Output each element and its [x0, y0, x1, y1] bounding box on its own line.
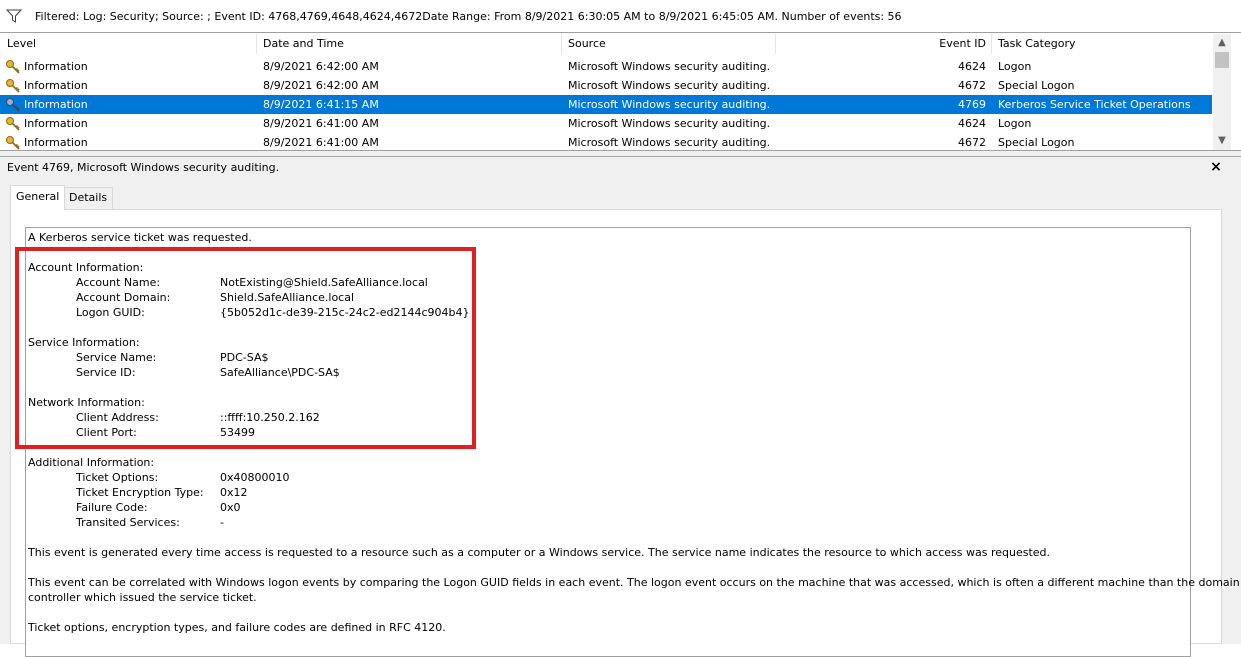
event-category: Logon	[998, 60, 1032, 73]
column-header-task-category[interactable]: Task Category	[991, 34, 1212, 54]
client-address-label: Client Address:	[76, 411, 159, 424]
event-level: Information	[24, 98, 88, 111]
event-datetime: 8/9/2021 6:41:00 AM	[263, 136, 379, 149]
scroll-up-arrow-icon[interactable]: ▲	[1213, 34, 1231, 52]
filter-bar: Filtered: Log: Security; Source: ; Event…	[0, 0, 1241, 33]
account-info-header: Account Information:	[28, 261, 144, 274]
filter-description: Filtered: Log: Security; Source: ; Event…	[35, 10, 902, 23]
additional-info-header: Additional Information:	[28, 456, 155, 469]
key-icon	[6, 117, 20, 131]
key-icon	[6, 79, 20, 93]
event-source: Microsoft Windows security auditing.	[568, 79, 771, 92]
description-paragraph-2-line-2: controller which issued the service tick…	[28, 591, 257, 604]
key-icon	[6, 60, 20, 74]
ticket-options-value: 0x40800010	[220, 471, 290, 484]
event-datetime: 8/9/2021 6:41:00 AM	[263, 117, 379, 130]
account-name-label: Account Name:	[76, 276, 161, 289]
event-level: Information	[24, 117, 88, 130]
service-name-label: Service Name:	[76, 351, 157, 364]
column-header-source[interactable]: Source	[561, 34, 776, 54]
event-id: 4769	[958, 98, 986, 111]
event-detail-title: Event 4769, Microsoft Windows security a…	[7, 161, 280, 174]
event-id: 4672	[958, 79, 986, 92]
general-tab-panel: A Kerberos service ticket was requested.…	[10, 209, 1240, 657]
network-info-header: Network Information:	[28, 396, 145, 409]
event-source: Microsoft Windows security auditing.	[568, 136, 771, 149]
event-level: Information	[24, 79, 88, 92]
description-paragraph-1: This event is generated every time acces…	[28, 546, 1051, 559]
event-row[interactable]: Information 8/9/2021 6:42:00 AM Microsof…	[0, 57, 1212, 76]
event-datetime: 8/9/2021 6:41:15 AM	[263, 98, 379, 111]
service-name-value: PDC-SA$	[220, 351, 269, 364]
event-level: Information	[24, 136, 88, 149]
transited-services-label: Transited Services:	[76, 516, 180, 529]
scroll-down-arrow-icon[interactable]: ▼	[1213, 132, 1231, 150]
service-id-label: Service ID:	[76, 366, 136, 379]
close-icon[interactable]: ×	[1208, 158, 1224, 176]
pane-splitter[interactable]	[0, 150, 1241, 157]
account-domain-value: Shield.SafeAlliance.local	[220, 291, 355, 304]
event-id: 4624	[958, 60, 986, 73]
event-category: Kerberos Service Ticket Operations	[998, 98, 1191, 111]
service-info-header: Service Information:	[28, 336, 140, 349]
event-description-text[interactable]: A Kerberos service ticket was requested.…	[25, 227, 1240, 657]
service-id-value: SafeAlliance\PDC-SA$	[220, 366, 340, 379]
account-domain-label: Account Domain:	[76, 291, 171, 304]
ticket-options-label: Ticket Options:	[76, 471, 159, 484]
key-icon	[6, 98, 20, 112]
client-address-value: ::ffff:10.250.2.162	[220, 411, 320, 424]
event-level: Information	[24, 60, 88, 73]
event-row[interactable]: Information 8/9/2021 6:41:00 AM Microsof…	[0, 133, 1212, 150]
event-row-selected[interactable]: Information 8/9/2021 6:41:15 AM Microsof…	[0, 95, 1212, 114]
event-datetime: 8/9/2021 6:42:00 AM	[263, 79, 379, 92]
column-header-event-id[interactable]: Event ID	[775, 34, 992, 54]
tab-details[interactable]: Details	[63, 187, 114, 209]
event-source: Microsoft Windows security auditing.	[568, 117, 771, 130]
event-id: 4672	[958, 136, 986, 149]
account-name-value: NotExisting@Shield.SafeAlliance.local	[220, 276, 428, 289]
event-category: Logon	[998, 117, 1032, 130]
description-paragraph-2-line-1: This event can be correlated with Window…	[28, 576, 1240, 589]
tab-general[interactable]: General	[10, 185, 66, 210]
event-source: Microsoft Windows security auditing.	[568, 60, 771, 73]
events-list[interactable]: Level Date and Time Source Event ID Task…	[0, 34, 1241, 150]
funnel-icon	[6, 9, 22, 23]
event-row[interactable]: Information 8/9/2021 6:42:00 AM Microsof…	[0, 76, 1212, 95]
event-category: Special Logon	[998, 79, 1075, 92]
event-detail-pane: Event 4769, Microsoft Windows security a…	[0, 157, 1241, 657]
logon-guid-label: Logon GUID:	[76, 306, 145, 319]
intro-text: A Kerberos service ticket was requested.	[28, 231, 252, 244]
failure-code-label: Failure Code:	[76, 501, 148, 514]
list-vertical-scrollbar[interactable]: ▲ ▼	[1213, 34, 1231, 150]
event-row[interactable]: Information 8/9/2021 6:41:00 AM Microsof…	[0, 114, 1212, 133]
transited-services-value: -	[220, 516, 224, 529]
event-source: Microsoft Windows security auditing.	[568, 98, 771, 111]
key-icon	[6, 136, 20, 150]
ticket-encryption-type-label: Ticket Encryption Type:	[76, 486, 204, 499]
logon-guid-value: {5b052d1c-de39-215c-24c2-ed2144c904b4}	[220, 306, 470, 319]
client-port-label: Client Port:	[76, 426, 137, 439]
event-id: 4624	[958, 117, 986, 130]
event-datetime: 8/9/2021 6:42:00 AM	[263, 60, 379, 73]
scroll-thumb[interactable]	[1215, 52, 1229, 68]
failure-code-value: 0x0	[220, 501, 241, 514]
client-port-value: 53499	[220, 426, 255, 439]
column-header-date-time[interactable]: Date and Time	[256, 34, 562, 54]
description-paragraph-3: Ticket options, encryption types, and fa…	[28, 621, 446, 634]
events-list-header: Level Date and Time Source Event ID Task…	[0, 34, 1212, 54]
column-header-level[interactable]: Level	[0, 34, 257, 54]
event-category: Special Logon	[998, 136, 1075, 149]
ticket-encryption-type-value: 0x12	[220, 486, 248, 499]
